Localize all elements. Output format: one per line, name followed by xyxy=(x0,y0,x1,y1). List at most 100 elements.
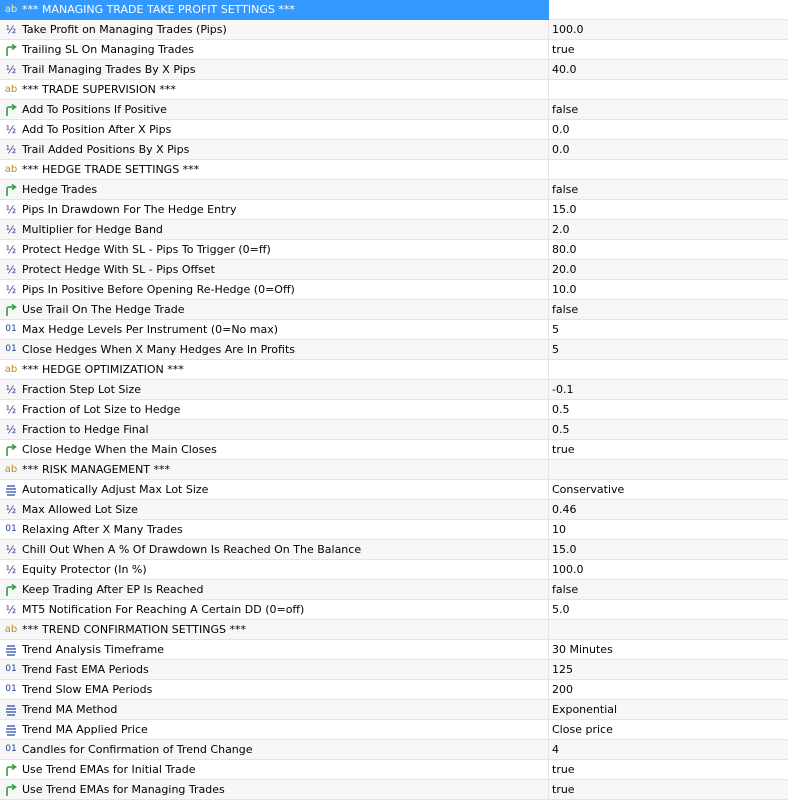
parameter-value[interactable]: 30 Minutes xyxy=(549,640,788,660)
parameter-name-cell[interactable]: ab *** TRADE SUPERVISION *** xyxy=(0,80,549,100)
input-row[interactable]: 01 Max Hedge Levels Per Instrument (0=No … xyxy=(0,320,788,340)
parameter-value[interactable]: 100.0 xyxy=(549,20,788,40)
input-row[interactable]: ½ Pips In Positive Before Opening Re-Hedg… xyxy=(0,280,788,300)
input-row[interactable]: ½ Add To Position After X Pips 0.0 xyxy=(0,120,788,140)
parameter-value[interactable]: 100.0 xyxy=(549,560,788,580)
parameter-name-cell[interactable]: Trend MA Method xyxy=(0,700,549,720)
parameter-value[interactable] xyxy=(549,360,788,380)
input-row[interactable]: ½ Max Allowed Lot Size 0.46 xyxy=(0,500,788,520)
parameter-value[interactable]: false xyxy=(549,100,788,120)
input-row[interactable]: Use Trail On The Hedge Trade false xyxy=(0,300,788,320)
parameter-name-cell[interactable]: ½ Add To Position After X Pips xyxy=(0,120,549,140)
parameter-value[interactable]: 0.0 xyxy=(549,140,788,160)
parameter-name-cell[interactable]: ab *** MANAGING TRADE TAKE PROFIT SETTING… xyxy=(0,0,549,20)
parameter-value[interactable]: 125 xyxy=(549,660,788,680)
parameter-value[interactable]: Exponential xyxy=(549,700,788,720)
input-row[interactable]: ab *** TREND CONFIRMATION SETTINGS *** xyxy=(0,620,788,640)
parameter-value[interactable]: 80.0 xyxy=(549,240,788,260)
parameter-name-cell[interactable]: 01 Trend Fast EMA Periods xyxy=(0,660,549,680)
parameter-name-cell[interactable]: 01 Candles for Confirmation of Trend Chan… xyxy=(0,740,549,760)
input-row[interactable]: Automatically Adjust Max Lot Size Conserv… xyxy=(0,480,788,500)
parameter-value[interactable]: 15.0 xyxy=(549,200,788,220)
parameter-value[interactable]: 10.0 xyxy=(549,280,788,300)
parameter-value[interactable]: Close price xyxy=(549,720,788,740)
input-row[interactable]: Hedge Trades false xyxy=(0,180,788,200)
parameter-name-cell[interactable]: ½ Equity Protector (In %) xyxy=(0,560,549,580)
parameter-value[interactable]: -0.1 xyxy=(549,380,788,400)
parameter-name-cell[interactable]: 01 Close Hedges When X Many Hedges Are In… xyxy=(0,340,549,360)
parameter-value[interactable] xyxy=(549,80,788,100)
parameter-value[interactable]: 40.0 xyxy=(549,60,788,80)
input-row[interactable]: Use Trend EMAs for Initial Trade true xyxy=(0,760,788,780)
input-row[interactable]: Trailing SL On Managing Trades true xyxy=(0,40,788,60)
parameter-name-cell[interactable]: ab *** RISK MANAGEMENT *** xyxy=(0,460,549,480)
parameter-value[interactable]: 20.0 xyxy=(549,260,788,280)
parameter-value[interactable] xyxy=(549,160,788,180)
parameter-name-cell[interactable]: ½ Pips In Positive Before Opening Re-Hedg… xyxy=(0,280,549,300)
parameter-value[interactable]: true xyxy=(549,40,788,60)
parameter-name-cell[interactable]: Use Trail On The Hedge Trade xyxy=(0,300,549,320)
parameter-value[interactable]: 2.0 xyxy=(549,220,788,240)
input-row[interactable]: ab *** MANAGING TRADE TAKE PROFIT SETTING… xyxy=(0,0,788,20)
parameter-name-cell[interactable]: Trend Analysis Timeframe xyxy=(0,640,549,660)
parameter-name-cell[interactable]: ½ Fraction to Hedge Final xyxy=(0,420,549,440)
parameter-name-cell[interactable]: ½ MT5 Notification For Reaching A Certain… xyxy=(0,600,549,620)
parameter-name-cell[interactable]: Close Hedge When the Main Closes xyxy=(0,440,549,460)
parameter-value[interactable]: 5.0 xyxy=(549,600,788,620)
parameter-name-cell[interactable]: Hedge Trades xyxy=(0,180,549,200)
parameter-value[interactable] xyxy=(549,620,788,640)
parameter-name-cell[interactable]: Automatically Adjust Max Lot Size xyxy=(0,480,549,500)
input-row[interactable]: Keep Trading After EP Is Reached false xyxy=(0,580,788,600)
parameter-value[interactable]: true xyxy=(549,760,788,780)
parameter-value[interactable]: 0.5 xyxy=(549,420,788,440)
parameter-name-cell[interactable]: ½ Protect Hedge With SL - Pips Offset xyxy=(0,260,549,280)
input-row[interactable]: ½ Pips In Drawdown For The Hedge Entry 15.… xyxy=(0,200,788,220)
parameter-name-cell[interactable]: ab *** HEDGE OPTIMIZATION *** xyxy=(0,360,549,380)
parameter-value[interactable]: 0.46 xyxy=(549,500,788,520)
parameter-value[interactable]: true xyxy=(549,780,788,800)
parameter-name-cell[interactable]: Trend MA Applied Price xyxy=(0,720,549,740)
parameter-value[interactable]: 0.5 xyxy=(549,400,788,420)
input-row[interactable]: Trend Analysis Timeframe 30 Minutes xyxy=(0,640,788,660)
input-row[interactable]: ab *** HEDGE TRADE SETTINGS *** xyxy=(0,160,788,180)
parameter-name-cell[interactable]: Use Trend EMAs for Managing Trades xyxy=(0,780,549,800)
parameter-value[interactable]: 5 xyxy=(549,340,788,360)
input-row[interactable]: ½ Trail Added Positions By X Pips 0.0 xyxy=(0,140,788,160)
input-row[interactable]: ½ Multiplier for Hedge Band 2.0 xyxy=(0,220,788,240)
parameter-name-cell[interactable]: ½ Protect Hedge With SL - Pips To Trigger… xyxy=(0,240,549,260)
input-row[interactable]: 01 Trend Fast EMA Periods 125 xyxy=(0,660,788,680)
parameter-value[interactable] xyxy=(549,0,788,20)
parameter-value[interactable]: 15.0 xyxy=(549,540,788,560)
parameter-name-cell[interactable]: ½ Fraction of Lot Size to Hedge xyxy=(0,400,549,420)
input-row[interactable]: ½ Fraction Step Lot Size -0.1 xyxy=(0,380,788,400)
parameter-value[interactable]: false xyxy=(549,300,788,320)
input-row[interactable]: ½ Trail Managing Trades By X Pips 40.0 xyxy=(0,60,788,80)
input-row[interactable]: Trend MA Method Exponential xyxy=(0,700,788,720)
parameter-name-cell[interactable]: ½ Pips In Drawdown For The Hedge Entry xyxy=(0,200,549,220)
parameter-value[interactable]: false xyxy=(549,580,788,600)
parameter-name-cell[interactable]: ½ Trail Added Positions By X Pips xyxy=(0,140,549,160)
parameter-name-cell[interactable]: ½ Multiplier for Hedge Band xyxy=(0,220,549,240)
parameter-name-cell[interactable]: Add To Positions If Positive xyxy=(0,100,549,120)
parameter-value[interactable]: 4 xyxy=(549,740,788,760)
input-row[interactable]: ab *** RISK MANAGEMENT *** xyxy=(0,460,788,480)
parameter-name-cell[interactable]: ½ Take Profit on Managing Trades (Pips) xyxy=(0,20,549,40)
parameter-name-cell[interactable]: ½ Fraction Step Lot Size xyxy=(0,380,549,400)
parameter-name-cell[interactable]: ab *** HEDGE TRADE SETTINGS *** xyxy=(0,160,549,180)
input-row[interactable]: ½ Take Profit on Managing Trades (Pips) 10… xyxy=(0,20,788,40)
input-row[interactable]: ab *** HEDGE OPTIMIZATION *** xyxy=(0,360,788,380)
parameter-value[interactable]: 10 xyxy=(549,520,788,540)
input-row[interactable]: ½ MT5 Notification For Reaching A Certain… xyxy=(0,600,788,620)
parameter-name-cell[interactable]: Trailing SL On Managing Trades xyxy=(0,40,549,60)
input-row[interactable]: 01 Candles for Confirmation of Trend Chan… xyxy=(0,740,788,760)
input-row[interactable]: ½ Fraction of Lot Size to Hedge 0.5 xyxy=(0,400,788,420)
input-row[interactable]: ½ Equity Protector (In %) 100.0 xyxy=(0,560,788,580)
parameter-name-cell[interactable]: ½ Trail Managing Trades By X Pips xyxy=(0,60,549,80)
input-row[interactable]: ½ Protect Hedge With SL - Pips Offset 20.0 xyxy=(0,260,788,280)
parameter-name-cell[interactable]: ½ Max Allowed Lot Size xyxy=(0,500,549,520)
input-row[interactable]: 01 Relaxing After X Many Trades 10 xyxy=(0,520,788,540)
input-row[interactable]: ½ Chill Out When A % Of Drawdown Is Reach… xyxy=(0,540,788,560)
input-row[interactable]: ab *** TRADE SUPERVISION *** xyxy=(0,80,788,100)
input-row[interactable]: 01 Trend Slow EMA Periods 200 xyxy=(0,680,788,700)
input-row[interactable]: 01 Close Hedges When X Many Hedges Are In… xyxy=(0,340,788,360)
